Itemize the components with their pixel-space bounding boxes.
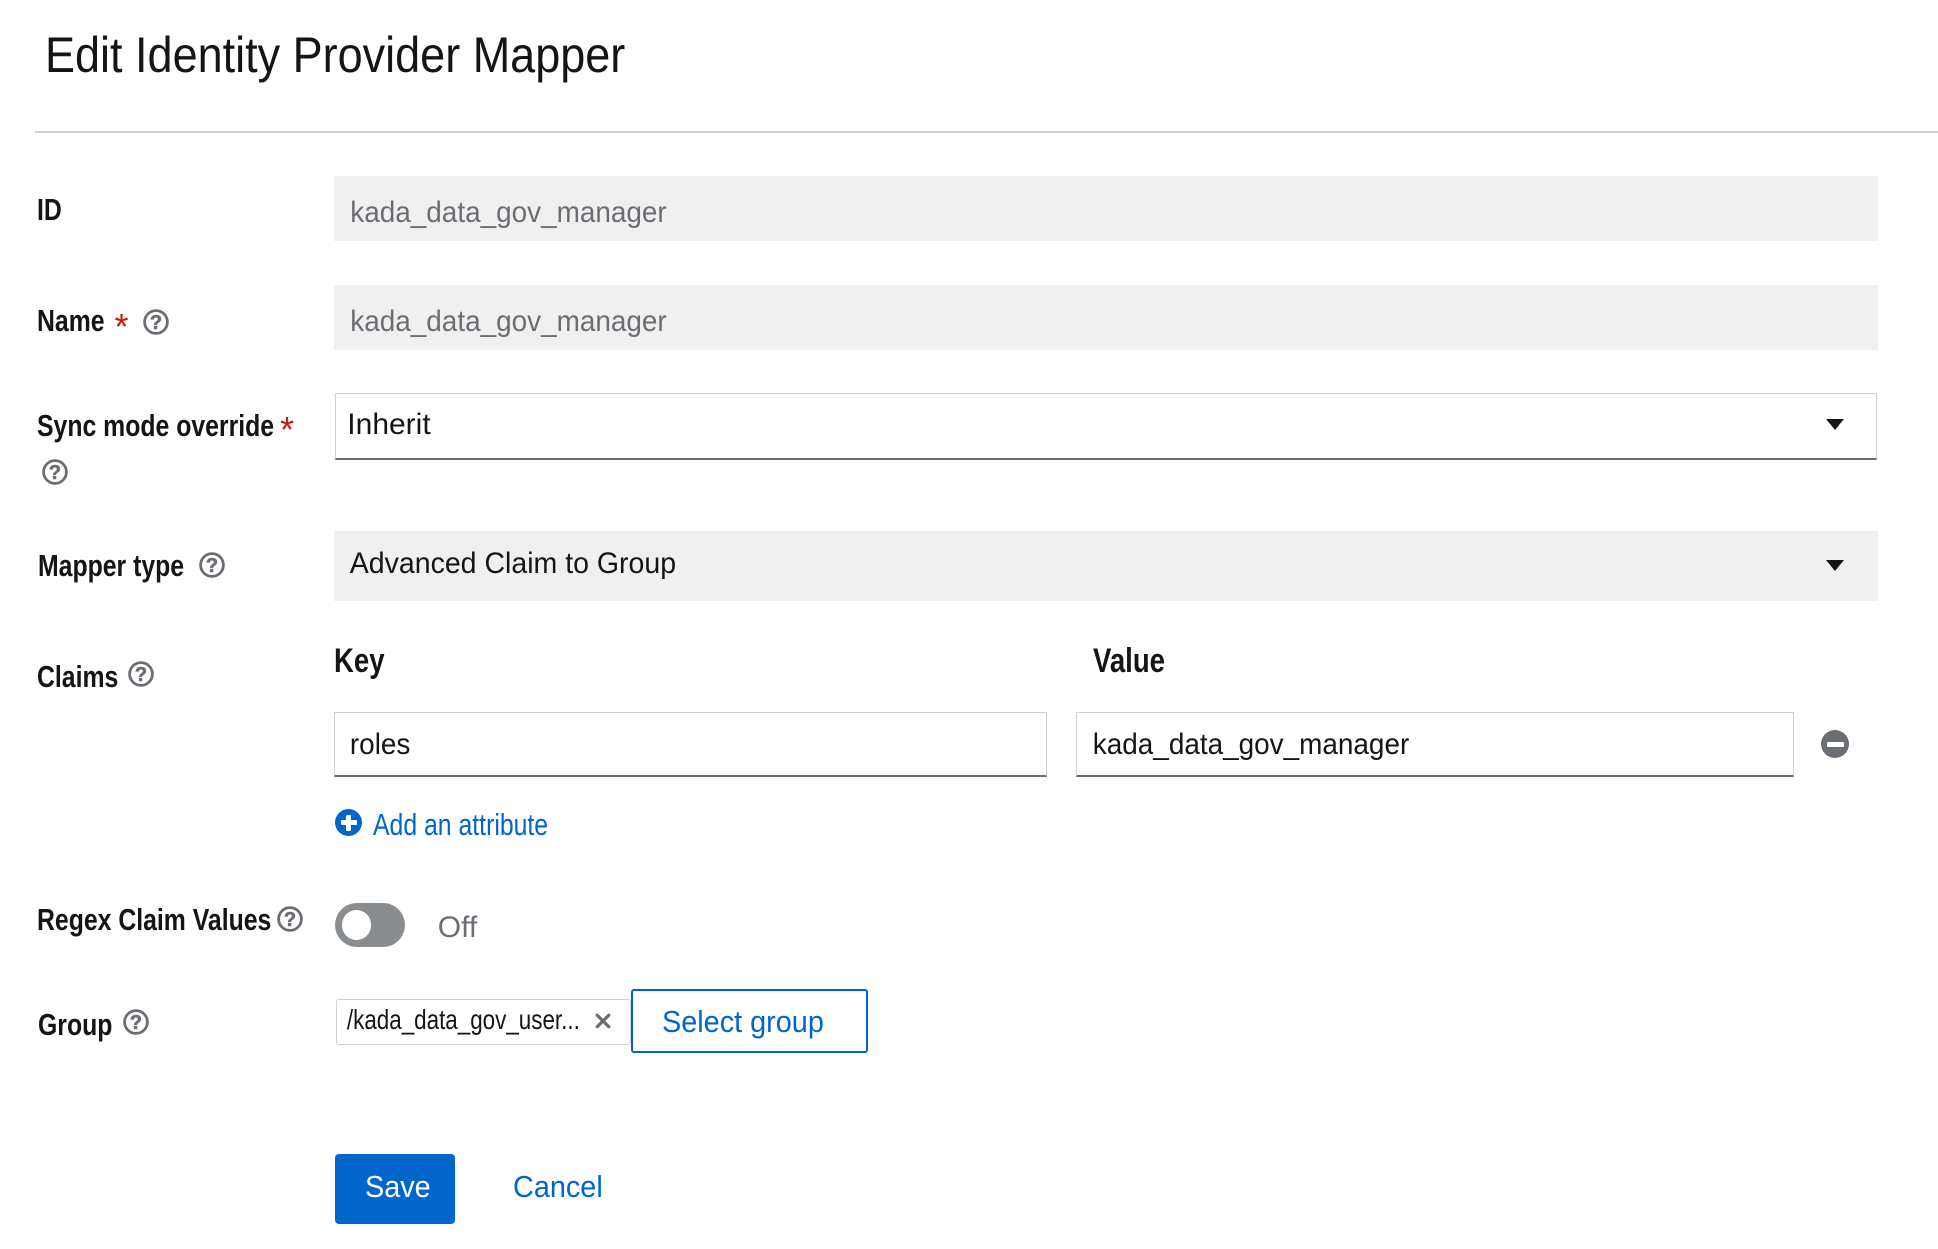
svg-text:?: ? [130, 1012, 142, 1034]
svg-text:?: ? [150, 312, 162, 334]
svg-text:?: ? [206, 555, 218, 577]
svg-text:?: ? [135, 664, 147, 686]
svg-text:?: ? [284, 909, 296, 931]
svg-text:?: ? [49, 462, 61, 484]
